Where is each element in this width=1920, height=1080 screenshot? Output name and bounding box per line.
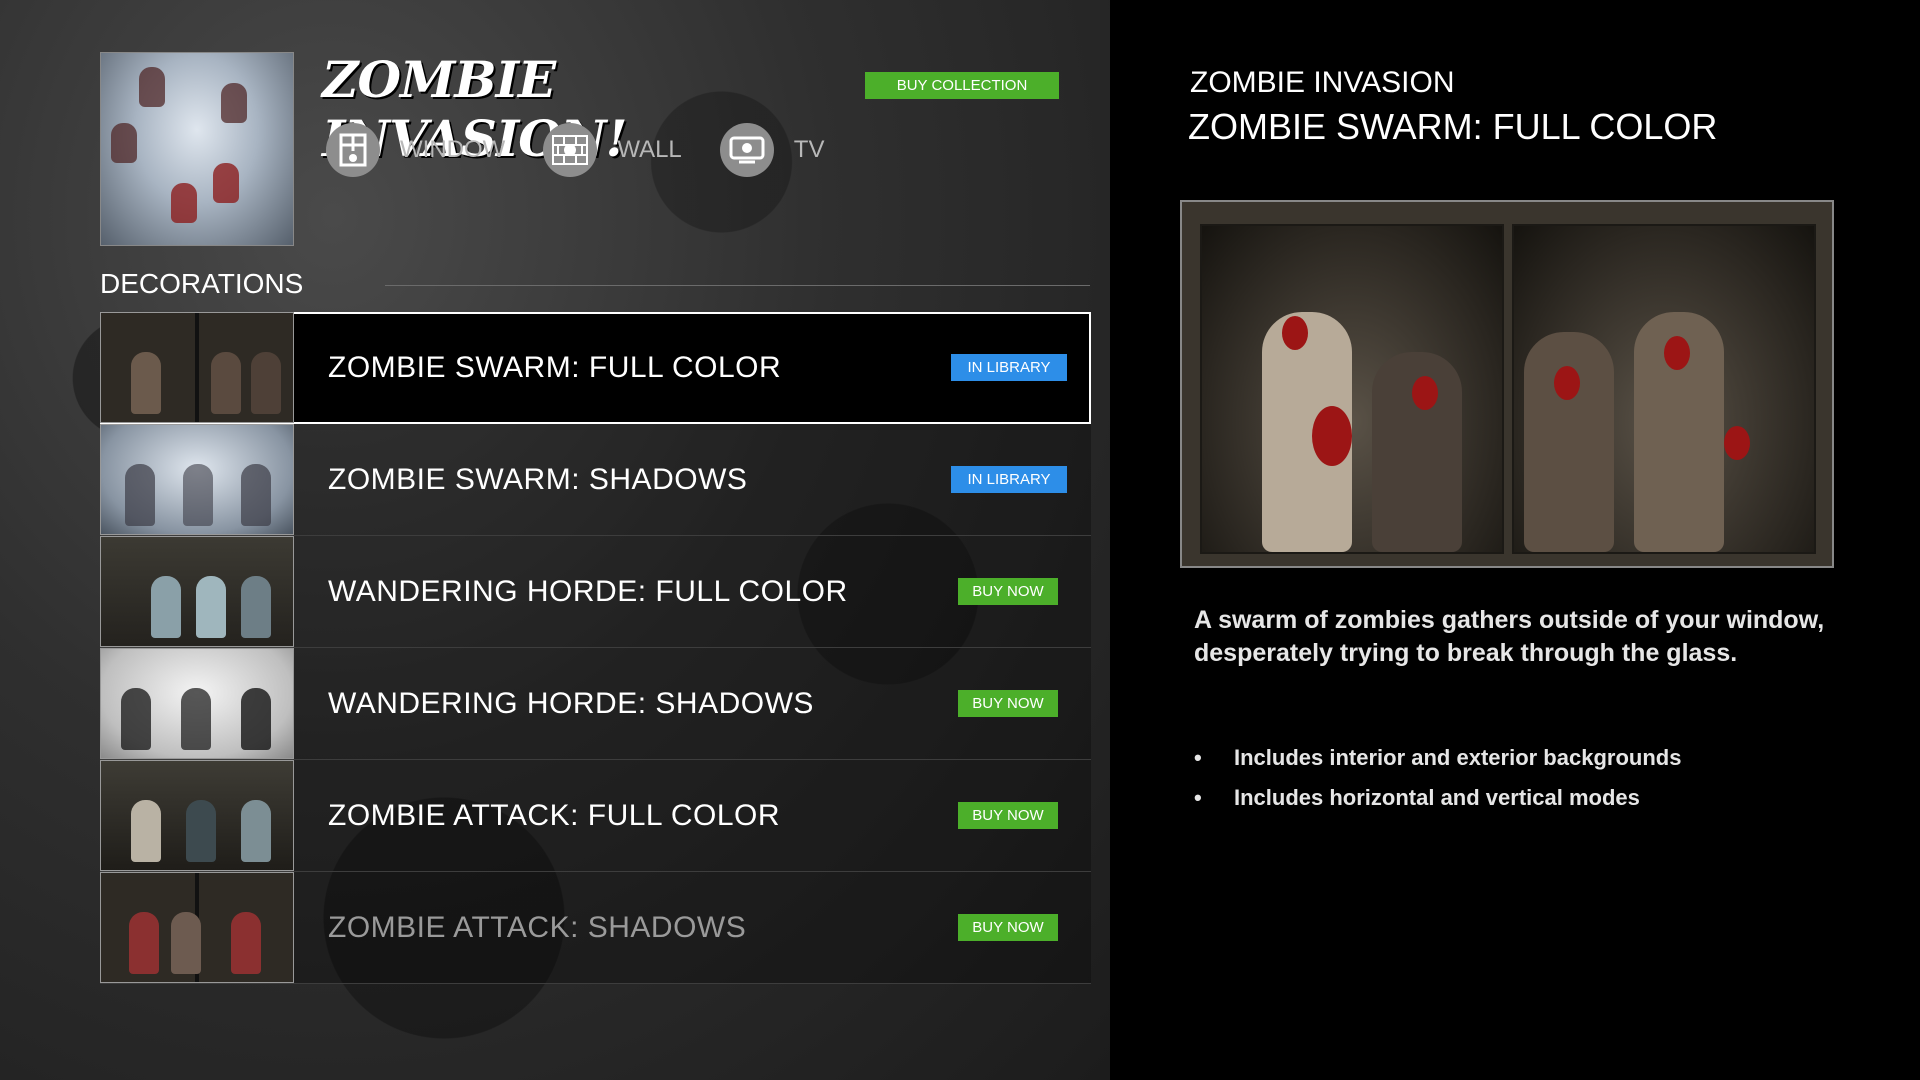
zombie-hand-shape bbox=[111, 123, 137, 163]
display-mode-selector: WINDOW WALL TV bbox=[326, 122, 862, 178]
zombie-hand-shape bbox=[139, 67, 165, 107]
in-library-badge: IN LIBRARY bbox=[951, 466, 1067, 493]
decoration-thumbnail bbox=[100, 424, 294, 535]
zombie-hand-shape bbox=[171, 183, 197, 223]
zombie-figure bbox=[121, 688, 151, 750]
zombie-figure bbox=[131, 800, 161, 862]
zombie-figure bbox=[181, 688, 211, 750]
blood-stain bbox=[1312, 406, 1352, 466]
zombie-figure bbox=[186, 800, 216, 862]
blood-handprint bbox=[1664, 336, 1690, 370]
zombie-hand-shape bbox=[221, 83, 247, 123]
blood-handprint bbox=[1412, 376, 1438, 410]
decoration-thumbnail bbox=[100, 312, 294, 423]
buy-collection-button[interactable]: BUY COLLECTION bbox=[865, 72, 1059, 99]
zombie-figure bbox=[251, 352, 281, 414]
decoration-thumbnail bbox=[100, 760, 294, 871]
buy-now-button[interactable]: BUY NOW bbox=[958, 914, 1058, 941]
decoration-thumbnail bbox=[100, 536, 294, 647]
collection-pane: ZOMBIE INVASION! BUY COLLECTION WINDOW W… bbox=[0, 0, 1110, 1080]
detail-title: ZOMBIE SWARM: FULL COLOR bbox=[1188, 106, 1718, 147]
decoration-row-zombie-attack-full-color[interactable]: ZOMBIE ATTACK: FULL COLOR BUY NOW bbox=[100, 760, 1091, 872]
zombie-figure bbox=[151, 576, 181, 638]
decoration-row-zombie-swarm-full-color[interactable]: ZOMBIE SWARM: FULL COLOR IN LIBRARY bbox=[100, 312, 1091, 424]
decoration-thumbnail bbox=[100, 648, 294, 759]
feature-list: Includes interior and exterior backgroun… bbox=[1194, 738, 1681, 818]
zombie-figure bbox=[1524, 332, 1614, 552]
zombie-figure bbox=[241, 576, 271, 638]
decorations-list: ZOMBIE SWARM: FULL COLOR IN LIBRARY ZOMB… bbox=[100, 312, 1091, 984]
decoration-row-zombie-attack-shadows[interactable]: ZOMBIE ATTACK: SHADOWS BUY NOW bbox=[100, 872, 1091, 984]
zombie-figure bbox=[125, 464, 155, 526]
in-library-badge: IN LIBRARY bbox=[951, 354, 1067, 381]
decoration-row-wandering-horde-shadows[interactable]: WANDERING HORDE: SHADOWS BUY NOW bbox=[100, 648, 1091, 760]
zombie-figure bbox=[171, 912, 201, 974]
collection-cover-image bbox=[100, 52, 294, 246]
decorations-heading: DECORATIONS bbox=[100, 268, 304, 299]
zombie-figure bbox=[231, 912, 261, 974]
zombie-figure bbox=[131, 352, 161, 414]
detail-pane: ZOMBIE INVASION ZOMBIE SWARM: FULL COLOR… bbox=[1110, 0, 1920, 1080]
decoration-row-wandering-horde-full-color[interactable]: WANDERING HORDE: FULL COLOR BUY NOW bbox=[100, 536, 1091, 648]
window-pane-left bbox=[1200, 224, 1504, 554]
blood-handprint bbox=[1554, 366, 1580, 400]
mode-tv[interactable]: TV bbox=[719, 123, 825, 177]
collection-logo: ZOMBIE INVASION! bbox=[322, 50, 628, 168]
zombie-figure bbox=[196, 576, 226, 638]
window-icon bbox=[326, 123, 380, 177]
mode-tv-label: TV bbox=[793, 136, 825, 163]
zombie-figure bbox=[183, 464, 213, 526]
buy-now-button[interactable]: BUY NOW bbox=[958, 690, 1058, 717]
buy-now-button[interactable]: BUY NOW bbox=[958, 578, 1058, 605]
mode-window[interactable]: WINDOW bbox=[326, 123, 505, 177]
detail-preview-image bbox=[1180, 200, 1834, 568]
zombie-figure bbox=[241, 464, 271, 526]
mode-wall[interactable]: WALL bbox=[543, 123, 682, 177]
blood-handprint bbox=[1724, 426, 1750, 460]
window-pane-right bbox=[1512, 224, 1816, 554]
detail-collection-name: ZOMBIE INVASION bbox=[1190, 66, 1455, 99]
detail-description: A swarm of zombies gathers outside of yo… bbox=[1194, 606, 1825, 667]
zombie-figure bbox=[211, 352, 241, 414]
zombie-figure bbox=[241, 800, 271, 862]
zombie-figure bbox=[129, 912, 159, 974]
zombie-figure bbox=[241, 688, 271, 750]
zombie-hand-shape bbox=[213, 163, 239, 203]
mode-wall-label: WALL bbox=[617, 136, 682, 163]
feature-item: Includes horizontal and vertical modes bbox=[1194, 778, 1681, 818]
mode-window-label: WINDOW bbox=[400, 136, 506, 163]
decoration-thumbnail bbox=[100, 872, 294, 983]
buy-now-button[interactable]: BUY NOW bbox=[958, 802, 1058, 829]
blood-handprint bbox=[1282, 316, 1308, 350]
decoration-row-zombie-swarm-shadows[interactable]: ZOMBIE SWARM: SHADOWS IN LIBRARY bbox=[100, 424, 1091, 536]
section-divider bbox=[385, 285, 1090, 286]
wall-icon bbox=[543, 123, 598, 177]
tv-icon bbox=[719, 123, 774, 177]
feature-item: Includes interior and exterior backgroun… bbox=[1194, 738, 1681, 778]
